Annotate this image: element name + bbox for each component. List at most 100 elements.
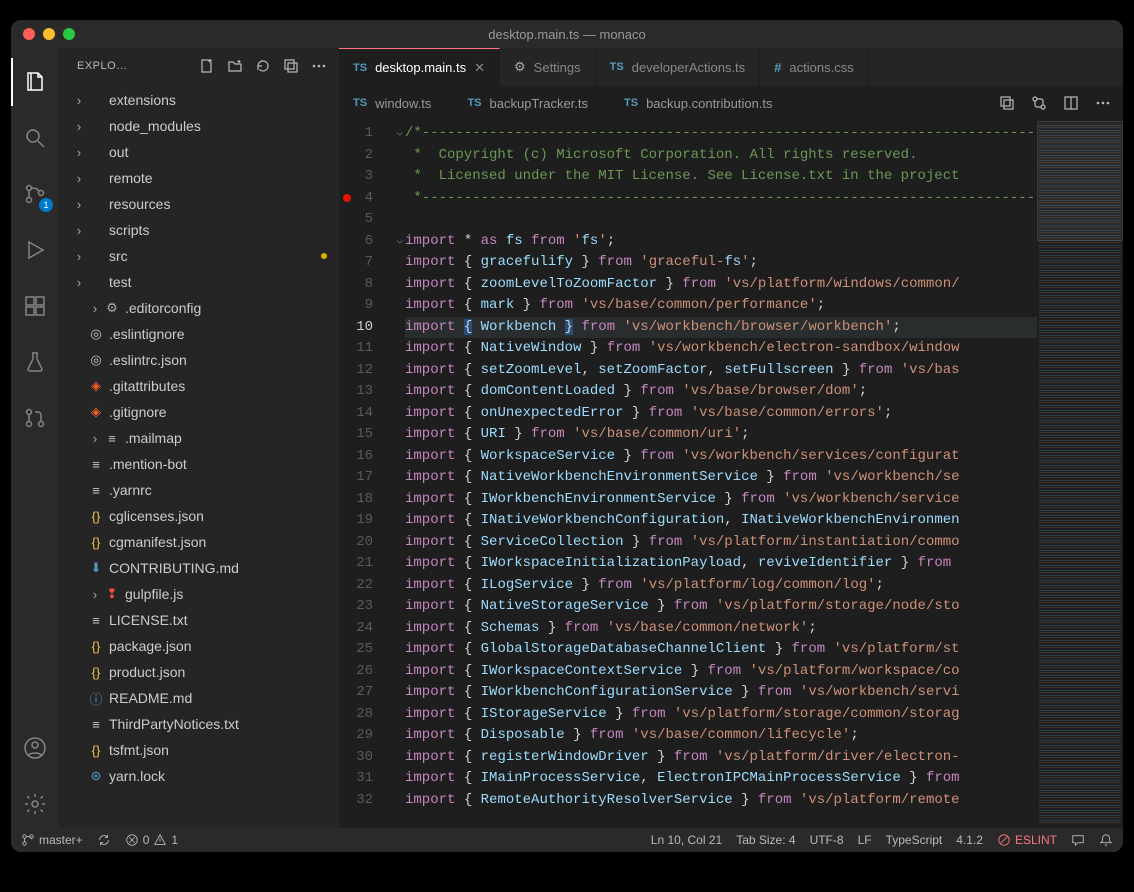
line-number-gutter: 1234567891011121314151617181920212223242… xyxy=(339,121,391,828)
tree-item[interactable]: {}package.json xyxy=(59,633,339,659)
status-tabsize[interactable]: Tab Size: 4 xyxy=(736,833,795,847)
bell-icon xyxy=(1099,833,1113,847)
sidebar-header: EXPLO… xyxy=(59,48,339,83)
activity-testing[interactable] xyxy=(11,338,59,386)
activity-bar: 1 xyxy=(11,48,59,828)
tree-item[interactable]: {}tsfmt.json xyxy=(59,737,339,763)
tree-item[interactable]: ›remote xyxy=(59,165,339,191)
editor-tab[interactable]: TSbackup.contribution.ts xyxy=(624,96,773,111)
tree-item[interactable]: ›src xyxy=(59,243,339,269)
tree-item[interactable]: ›extensions xyxy=(59,87,339,113)
editor-tab[interactable]: TSdesktop.main.ts✕ xyxy=(339,48,500,86)
collapse-all-icon[interactable] xyxy=(283,58,299,74)
window-controls xyxy=(23,28,75,40)
close-window-button[interactable] xyxy=(23,28,35,40)
feedback-icon xyxy=(1071,833,1085,847)
editor-actions xyxy=(999,95,1123,111)
new-folder-icon[interactable] xyxy=(227,58,243,74)
error-count: 0 xyxy=(143,833,150,847)
activity-settings[interactable] xyxy=(11,780,59,828)
status-bell[interactable] xyxy=(1099,833,1113,847)
status-eol[interactable]: LF xyxy=(858,833,872,847)
extensions-icon xyxy=(23,294,47,318)
activity-extensions[interactable] xyxy=(11,282,59,330)
tree-item[interactable]: ⬇CONTRIBUTING.md xyxy=(59,555,339,581)
tree-item[interactable]: ≡ThirdPartyNotices.txt xyxy=(59,711,339,737)
status-problems[interactable]: 0 1 xyxy=(125,833,178,847)
more-actions-icon[interactable] xyxy=(1095,95,1111,111)
explorer-sidebar: EXPLO… ›extensions›node_modules›out›remo… xyxy=(59,48,339,828)
editor-content[interactable]: 1234567891011121314151617181920212223242… xyxy=(339,121,1123,828)
editor-tabs-row1: TSdesktop.main.ts✕⚙SettingsTSdeveloperAc… xyxy=(339,48,1123,86)
editor-tab[interactable]: TSwindow.ts xyxy=(353,96,431,111)
activity-search[interactable] xyxy=(11,114,59,162)
refresh-icon[interactable] xyxy=(255,58,271,74)
tree-item[interactable]: {}cgmanifest.json xyxy=(59,529,339,555)
status-ts-version[interactable]: 4.1.2 xyxy=(956,833,983,847)
git-compare-icon[interactable] xyxy=(1031,95,1047,111)
minimap[interactable] xyxy=(1037,121,1123,828)
scm-badge: 1 xyxy=(39,198,53,212)
tree-item[interactable]: ›out xyxy=(59,139,339,165)
error-icon xyxy=(125,833,139,847)
editor-tabs-row2: TSwindow.ts TSbackupTracker.ts TSbackup.co… xyxy=(339,86,1123,121)
activity-run[interactable] xyxy=(11,226,59,274)
tree-item[interactable]: ›node_modules xyxy=(59,113,339,139)
tree-item[interactable]: {}product.json xyxy=(59,659,339,685)
tree-item[interactable]: ◈.gitattributes xyxy=(59,373,339,399)
sidebar-actions xyxy=(199,58,327,74)
breakpoint[interactable] xyxy=(343,194,351,202)
editor-tab[interactable]: TSdeveloperActions.ts xyxy=(596,48,761,86)
minimap-viewport[interactable] xyxy=(1037,121,1123,241)
status-branch[interactable]: master+ xyxy=(21,833,83,847)
minimize-window-button[interactable] xyxy=(43,28,55,40)
new-file-icon[interactable] xyxy=(199,58,215,74)
code-area[interactable]: /*--------------------------------------… xyxy=(405,121,1037,828)
tree-item[interactable]: ≡.yarnrc xyxy=(59,477,339,503)
sidebar-title: EXPLO… xyxy=(77,60,128,72)
tree-item[interactable]: ›test xyxy=(59,269,339,295)
main-layout: 1 EXPLO… xyxy=(11,48,1123,828)
status-language[interactable]: TypeScript xyxy=(886,833,943,847)
status-sync[interactable] xyxy=(97,833,111,847)
more-icon[interactable] xyxy=(311,58,327,74)
fold-gutter: ›› xyxy=(391,121,405,828)
tree-item[interactable]: {}cglicenses.json xyxy=(59,503,339,529)
tree-item[interactable]: ≡LICENSE.txt xyxy=(59,607,339,633)
warning-icon xyxy=(153,833,167,847)
tree-item[interactable]: ›❢gulpfile.js xyxy=(59,581,339,607)
editor-tab[interactable]: TSbackupTracker.ts xyxy=(467,96,588,111)
diff-icon[interactable] xyxy=(999,95,1015,111)
status-bar: master+ 0 1 Ln 10, Col 21 Tab Size: 4 UT… xyxy=(11,828,1123,852)
tree-item[interactable]: ⓘREADME.md xyxy=(59,685,339,711)
activity-explorer[interactable] xyxy=(11,58,59,106)
search-icon xyxy=(23,126,47,150)
git-pr-icon xyxy=(23,406,47,430)
tree-item[interactable]: ›⚙.editorconfig xyxy=(59,295,339,321)
activity-account[interactable] xyxy=(11,724,59,772)
files-icon xyxy=(23,70,47,94)
activity-pr[interactable] xyxy=(11,394,59,442)
split-editor-icon[interactable] xyxy=(1063,95,1079,111)
tree-item[interactable]: ≡.mention-bot xyxy=(59,451,339,477)
branch-icon xyxy=(21,833,35,847)
tree-item[interactable]: ◎.eslintignore xyxy=(59,321,339,347)
editor-tab[interactable]: #actions.css xyxy=(760,48,869,86)
status-feedback[interactable] xyxy=(1071,833,1085,847)
status-eslint[interactable]: ESLINT xyxy=(997,833,1057,847)
tree-item[interactable]: ◈.gitignore xyxy=(59,399,339,425)
tree-item[interactable]: ›resources xyxy=(59,191,339,217)
tree-item[interactable]: ⊛yarn.lock xyxy=(59,763,339,789)
eslint-label: ESLINT xyxy=(1015,833,1057,847)
sync-icon xyxy=(97,833,111,847)
file-tree[interactable]: ›extensions›node_modules›out›remote›reso… xyxy=(59,83,339,828)
tree-item[interactable]: ›scripts xyxy=(59,217,339,243)
titlebar: desktop.main.ts — monaco xyxy=(11,20,1123,48)
editor-tab[interactable]: ⚙Settings xyxy=(500,48,596,86)
tree-item[interactable]: ›≡.mailmap xyxy=(59,425,339,451)
status-encoding[interactable]: UTF-8 xyxy=(810,833,844,847)
maximize-window-button[interactable] xyxy=(63,28,75,40)
activity-scm[interactable]: 1 xyxy=(11,170,59,218)
tree-item[interactable]: ◎.eslintrc.json xyxy=(59,347,339,373)
status-cursor[interactable]: Ln 10, Col 21 xyxy=(651,833,722,847)
